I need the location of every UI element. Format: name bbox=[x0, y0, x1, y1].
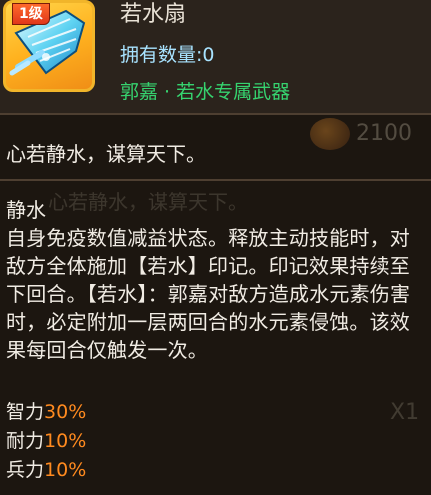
stat-value: 30% bbox=[44, 401, 87, 423]
level-badge: 1级 bbox=[12, 3, 50, 25]
divider bbox=[0, 113, 431, 115]
skill-description: 自身免疫数值减益状态。释放主动技能时，对敌方全体施加【若水】印记。印记效果持续至… bbox=[6, 226, 411, 362]
skill-name: 静水 bbox=[6, 198, 46, 222]
stat-row-endurance: 耐力10% bbox=[6, 427, 86, 456]
owned-quantity: 拥有数量:0 bbox=[120, 44, 215, 66]
item-icon-frame[interactable]: 1级 bbox=[3, 0, 95, 92]
stat-label: 智力 bbox=[6, 401, 45, 423]
stat-value: 10% bbox=[44, 430, 87, 452]
item-name: 若水扇 bbox=[120, 2, 187, 27]
item-header: 1级 若水扇 拥有数量:0 郭嘉 · 若水专属武器 bbox=[0, 0, 431, 113]
stat-value: 10% bbox=[44, 459, 87, 481]
background-coin-value: 2100 bbox=[356, 121, 412, 146]
stat-row-troops: 兵力10% bbox=[6, 456, 86, 485]
exclusive-weapon-label: 郭嘉 · 若水专属武器 bbox=[120, 81, 291, 103]
background-quote: 心若静水，谋算天下。 bbox=[48, 190, 248, 214]
item-quote: 心若静水，谋算天下。 bbox=[6, 142, 206, 166]
stat-label: 兵力 bbox=[6, 459, 45, 481]
coin-icon bbox=[310, 118, 350, 150]
stat-label: 耐力 bbox=[6, 430, 45, 452]
stat-bonus-list: 智力30% 耐力10% 兵力10% bbox=[6, 398, 86, 485]
divider bbox=[0, 179, 431, 181]
item-detail-popup: 2100 1级 若水扇 拥有数量:0 郭嘉 · 若水专属武器 bbox=[0, 0, 431, 495]
stat-row-intelligence: 智力30% bbox=[6, 398, 86, 427]
background-count: X1 bbox=[390, 400, 420, 425]
